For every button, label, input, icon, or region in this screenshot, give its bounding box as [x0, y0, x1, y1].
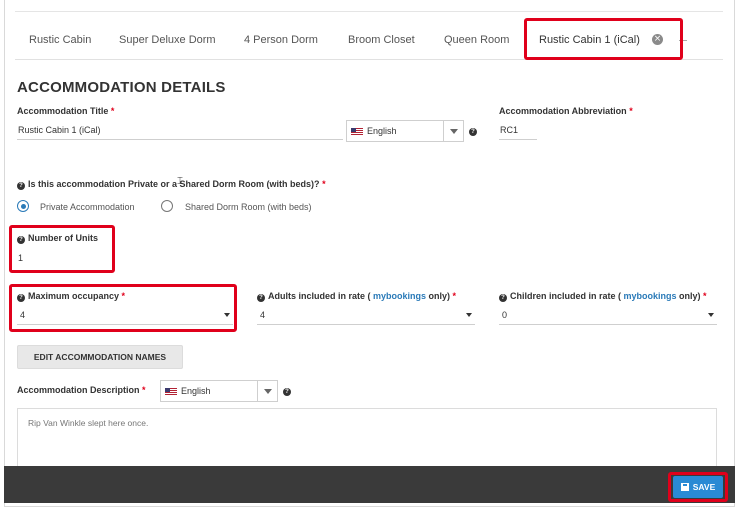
type-question-text: Is this accommodation Private or a Share…: [28, 179, 320, 189]
help-icon[interactable]: ?: [469, 128, 477, 136]
max-occupancy-label: ? Maximum occupancy *: [17, 291, 125, 302]
tab-broom-closet[interactable]: Broom Closet: [348, 18, 415, 60]
caret-down-icon: [466, 313, 472, 317]
plus-icon[interactable]: [679, 40, 687, 41]
page-title: ACCOMMODATION DETAILS: [17, 79, 226, 96]
children-label-post: only): [676, 291, 701, 301]
help-icon: ?: [499, 294, 507, 302]
adults-select[interactable]: 4: [257, 305, 475, 325]
caret-down-icon: [224, 313, 230, 317]
required-mark: *: [703, 291, 707, 301]
footer-action-bar: [4, 466, 735, 503]
accommodation-tabs: Rustic Cabin Super Deluxe Dorm 4 Person …: [15, 18, 723, 60]
title-language-select[interactable]: English: [346, 120, 464, 142]
max-occupancy-select[interactable]: 4: [17, 305, 233, 325]
close-icon[interactable]: ×: [652, 34, 663, 45]
required-mark: *: [629, 106, 633, 116]
title-label-text: Accommodation Title: [17, 106, 109, 116]
help-icon: ?: [17, 236, 25, 244]
caret-down-icon: [708, 313, 714, 317]
title-label: Accommodation Title *: [17, 106, 114, 116]
required-mark: *: [110, 106, 115, 116]
title-input[interactable]: Rustic Cabin 1 (iCal): [17, 120, 343, 140]
children-select[interactable]: 0: [499, 305, 717, 325]
required-mark: *: [142, 385, 146, 395]
tab-queen-room[interactable]: Queen Room: [444, 18, 509, 60]
description-language-select[interactable]: English: [160, 380, 278, 402]
abbreviation-input[interactable]: RC1: [499, 120, 537, 140]
tab-rustic-cabin-1-ical[interactable]: Rustic Cabin 1 (iCal): [539, 18, 640, 60]
help-icon: ?: [257, 294, 265, 302]
units-label-text: Number of Units: [28, 233, 99, 243]
app-frame: Rustic Cabin Super Deluxe Dorm 4 Person …: [4, 0, 735, 507]
required-mark: *: [121, 291, 126, 301]
flag-us-icon: [165, 388, 177, 396]
type-question-label: ? Is this accommodation Private or a Shar…: [17, 179, 326, 190]
radio-private[interactable]: [17, 200, 29, 212]
save-button-label: SAVE: [692, 482, 716, 492]
max-occupancy-value: 4: [20, 310, 26, 320]
save-button[interactable]: SAVE: [673, 476, 723, 498]
title-language-label: English: [367, 126, 397, 136]
units-input[interactable]: 1: [17, 248, 107, 268]
abbreviation-label: Accommodation Abbreviation *: [499, 106, 633, 116]
text-cursor-icon: ⌶: [177, 176, 183, 187]
max-occupancy-label-text: Maximum occupancy: [28, 291, 120, 301]
required-mark: *: [452, 291, 457, 301]
top-divider: [15, 11, 723, 12]
description-language-label: English: [181, 386, 211, 396]
radio-shared-dorm-label[interactable]: Shared Dorm Room (with beds): [185, 202, 312, 212]
tab-rustic-cabin[interactable]: Rustic Cabin: [29, 18, 91, 60]
adults-label-post: only): [426, 291, 451, 301]
edit-accommodation-names-button[interactable]: EDIT ACCOMMODATION NAMES: [17, 345, 183, 369]
save-icon: [680, 483, 689, 491]
tab-super-deluxe-dorm[interactable]: Super Deluxe Dorm: [119, 18, 216, 60]
mybookings-link[interactable]: mybookings: [624, 291, 677, 301]
children-label-pre: Children included in rate (: [510, 291, 624, 301]
description-label-text: Accommodation Description: [17, 385, 140, 395]
required-mark: *: [322, 179, 326, 189]
flag-us-icon: [351, 128, 363, 136]
adults-label-pre: Adults included in rate (: [268, 291, 374, 301]
description-label: Accommodation Description *: [17, 385, 146, 395]
children-label: ? Children included in rate ( mybookings …: [499, 291, 707, 302]
mybookings-link[interactable]: mybookings: [373, 291, 426, 301]
adults-label: ? Adults included in rate ( mybookings on…: [257, 291, 456, 302]
radio-private-label[interactable]: Private Accommodation: [40, 202, 135, 212]
abbreviation-label-text: Accommodation Abbreviation: [499, 106, 627, 116]
units-label: ? Number of Units: [17, 233, 98, 244]
tab-4-person-dorm[interactable]: 4 Person Dorm: [244, 18, 318, 60]
children-value: 0: [502, 310, 508, 320]
help-icon[interactable]: ?: [283, 388, 291, 396]
help-icon: ?: [17, 294, 25, 302]
adults-value: 4: [260, 310, 266, 320]
radio-shared-dorm[interactable]: [161, 200, 173, 212]
help-icon: ?: [17, 182, 25, 190]
caret-down-icon: [257, 381, 277, 401]
caret-down-icon: [443, 121, 463, 141]
